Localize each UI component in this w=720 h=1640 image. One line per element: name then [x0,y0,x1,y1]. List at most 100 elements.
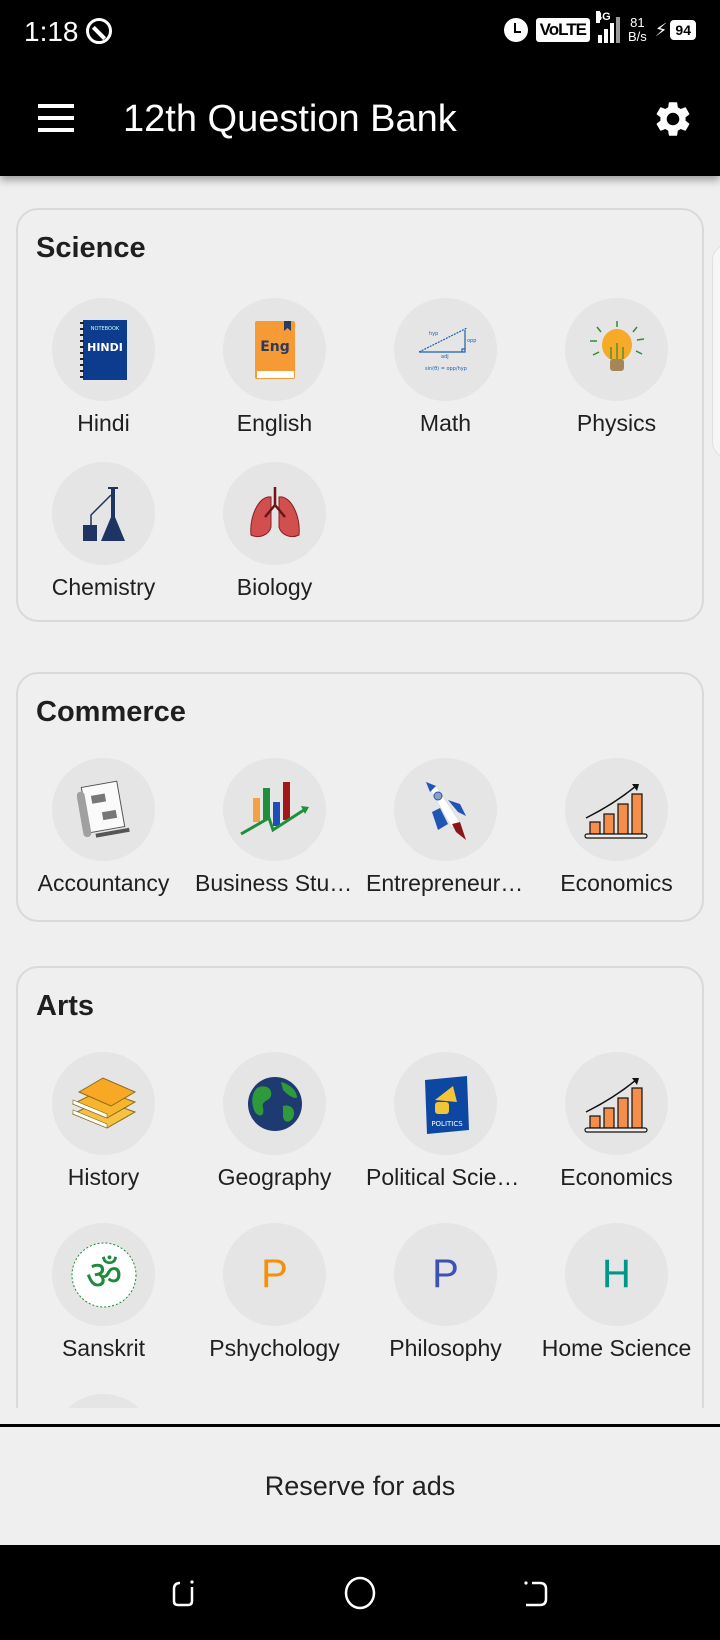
subject-math[interactable]: hyp opp adj sin(θ) = opp/hyp Math [360,298,531,468]
section-commerce: Commerce Accountancy Business Studies En… [16,672,704,922]
subject-physics[interactable]: Physics [531,298,702,468]
letter-avatar-icon: P [223,1223,326,1326]
system-nav-bar [0,1545,720,1640]
svg-text:sin(θ) = opp/hyp: sin(θ) = opp/hyp [425,366,467,372]
svg-text:adj: adj [441,354,449,360]
battery-level: 94 [670,20,696,40]
rocket-icon [394,758,497,861]
status-time: 1:18 [24,16,79,47]
svg-text:POLITICS: POLITICS [431,1120,463,1128]
net-speed-value: 81 [630,15,645,30]
english-book-icon: Eng [223,298,326,401]
subject-label: Biology [236,574,313,600]
books-stack-icon [52,1052,155,1155]
battery: ⚡ 94 [655,20,696,41]
status-icons: VoLTE 4G 81 B/s ⚡ 94 [503,11,696,44]
subject-political-science[interactable]: POLITICS Political Science [360,1052,531,1222]
subject-chemistry[interactable]: Chemistry [18,462,189,632]
net-speed: 81 B/s [628,16,647,44]
subject-home-science[interactable]: H Home Science [531,1223,702,1393]
subject-label: Philosophy [389,1335,502,1361]
subject-psychology[interactable]: P Pshychology [189,1223,360,1393]
section-arts: Arts History Geography POLITICS Politica… [16,966,704,1408]
ad-placeholder-text: Reserve for ads [264,1470,456,1501]
avatar-letter: H [602,1252,631,1296]
subject-entrepreneurship[interactable]: Entrepreneurship [360,758,531,928]
hindi-notebook-icon: NOTEBOOK HINDI [52,298,155,401]
svg-text:Eng: Eng [260,339,290,355]
subject-label: Sanskrit [61,1335,146,1361]
signal-icon: 4G [595,11,620,43]
subject-label: Pshychology [209,1335,340,1361]
drawer-peek [712,244,720,458]
section-title: Commerce [36,696,186,728]
subject-more-partial[interactable] [18,1394,189,1408]
globe-icon [223,1052,326,1155]
subject-label: Math [419,410,472,436]
subject-label: Accountancy [37,870,170,896]
avatar-letter: P [432,1252,459,1296]
back-icon[interactable] [518,1575,554,1611]
vpn-indicator-icon [86,18,112,44]
recents-icon[interactable] [166,1575,202,1611]
subject-hindi[interactable]: NOTEBOOK HINDI Hindi [18,298,189,468]
subject-label: Chemistry [51,574,156,600]
subject-label: Geography [217,1164,332,1190]
network-type: 4G [595,11,611,23]
subject-label: English [236,410,313,436]
subject-label: Home Science [541,1335,692,1361]
subject-economics-arts[interactable]: Economics [531,1052,702,1222]
subject-economics[interactable]: Economics [531,758,702,928]
subject-biology[interactable]: Biology [189,462,360,632]
subject-label: Political Science [366,1164,531,1190]
subject-label: History [67,1164,140,1190]
lab-flask-icon [52,462,155,565]
svg-text:hyp: hyp [429,331,438,337]
subject-geography[interactable]: Geography [189,1052,360,1222]
svg-text:HINDI: HINDI [87,341,123,354]
svg-text:ॐ: ॐ [85,1253,121,1299]
bar-chart-icon [565,1052,668,1155]
subject-sanskrit[interactable]: ॐ Sanskrit [18,1223,189,1393]
subject-label: Business Studies [195,870,360,896]
volte-badge: VoLTE [535,18,590,42]
svg-text:NOTEBOOK: NOTEBOOK [90,326,119,332]
subjects-list[interactable]: Science NOTEBOOK HINDI Hindi Eng English … [0,176,720,1408]
section-title: Arts [36,990,95,1022]
letter-avatar-icon: H [565,1223,668,1326]
subject-label: Economics [560,1164,673,1190]
subject-history[interactable]: History [18,1052,189,1222]
subject-accountancy[interactable]: Accountancy [18,758,189,928]
subject-philosophy[interactable]: P Philosophy [360,1223,531,1393]
om-icon: ॐ [52,1223,155,1326]
subject-english[interactable]: Eng English [189,298,360,468]
home-icon[interactable] [342,1575,378,1611]
bar-chart-icon [565,758,668,861]
ledger-icon [52,758,155,861]
ad-banner[interactable]: Reserve for ads [0,1427,720,1545]
alarm-icon [503,18,528,42]
net-speed-unit: B/s [627,29,647,44]
svg-text:opp: opp [467,338,476,344]
app-bar: 12th Question Bank [0,68,720,176]
light-bulb-icon [565,298,668,401]
trigonometry-icon: hyp opp adj sin(θ) = opp/hyp [394,298,497,401]
section-title: Science [36,232,146,264]
subject-label: Physics [576,410,657,436]
letter-avatar-icon: P [394,1223,497,1326]
lungs-icon [223,462,326,565]
subject-label: Entrepreneurship [366,870,531,896]
avatar-letter: P [261,1252,288,1296]
subject-label: Hindi [77,410,130,436]
section-science: Science NOTEBOOK HINDI Hindi Eng English … [16,208,704,622]
charging-icon: ⚡ [654,19,668,40]
growth-chart-icon [223,758,326,861]
subject-business-studies[interactable]: Business Studies [189,758,360,928]
hamburger-menu-icon[interactable] [38,104,74,132]
partial-subject-icon [52,1394,155,1408]
subject-label: Economics [560,870,673,896]
page-title: 12th Question Bank [123,98,457,140]
politics-book-icon: POLITICS [394,1052,497,1155]
gear-icon[interactable] [652,98,694,140]
status-bar: 1:18 VoLTE 4G 81 B/s ⚡ 94 [0,0,720,68]
